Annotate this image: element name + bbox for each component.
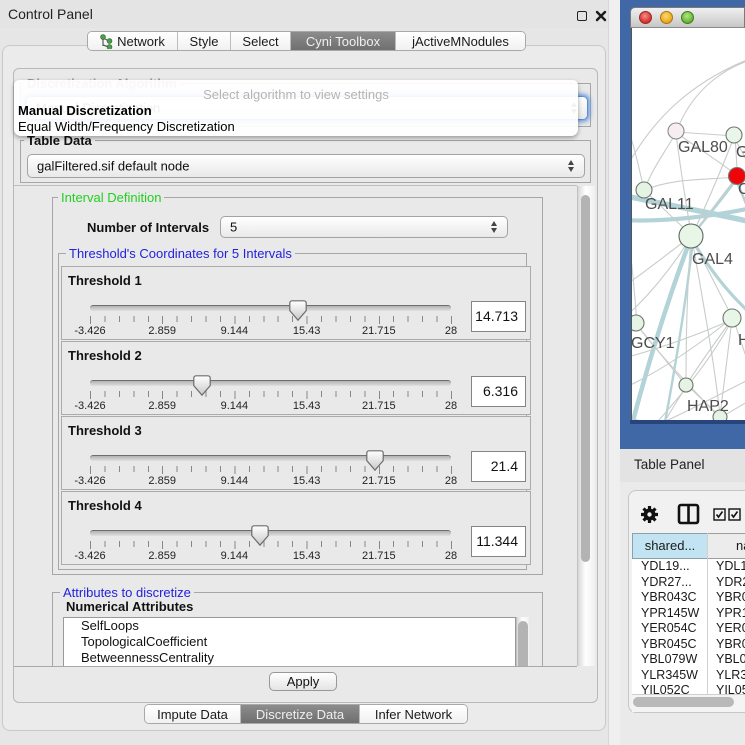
svg-text:HA: HA	[738, 332, 745, 349]
svg-text:GAL11: GAL11	[645, 196, 694, 213]
svg-text:CY: CY	[738, 181, 745, 198]
svg-text:GA: GA	[736, 144, 745, 161]
svg-text:GCY1: GCY1	[632, 335, 675, 352]
svg-text:GAL80: GAL80	[678, 139, 728, 156]
svg-text:GAL4: GAL4	[692, 251, 733, 268]
svg-text:HAP2: HAP2	[687, 398, 729, 415]
